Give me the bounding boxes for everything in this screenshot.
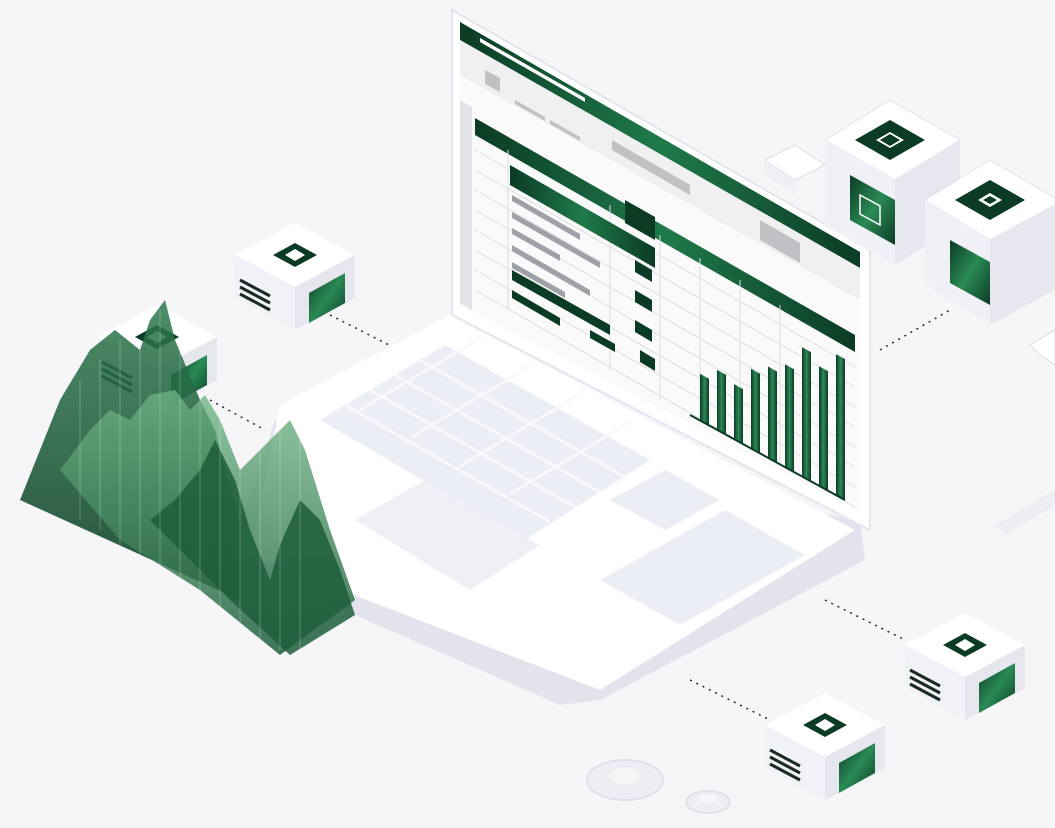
gear-icon <box>586 759 731 814</box>
right-edge-device <box>995 329 1055 535</box>
bar-chart-bar <box>734 384 743 444</box>
bar-chart-bar <box>785 364 794 472</box>
bar-chart-bar <box>717 369 726 435</box>
server-cube-icon <box>905 613 1025 720</box>
bar-chart-bar <box>802 347 811 481</box>
bar-chart-bar <box>700 373 709 425</box>
row-headers <box>460 100 472 310</box>
bar-chart-bar <box>836 354 845 500</box>
illustration-scene <box>0 0 1055 828</box>
bar-chart-bar <box>751 368 760 453</box>
server-cube-icon <box>765 693 885 800</box>
small-device-icon <box>764 144 826 195</box>
illustration-canvas <box>20 8 1055 814</box>
bar-chart-bar <box>768 366 777 463</box>
bar-chart-bar <box>819 366 828 491</box>
server-cube-icon <box>235 223 355 330</box>
